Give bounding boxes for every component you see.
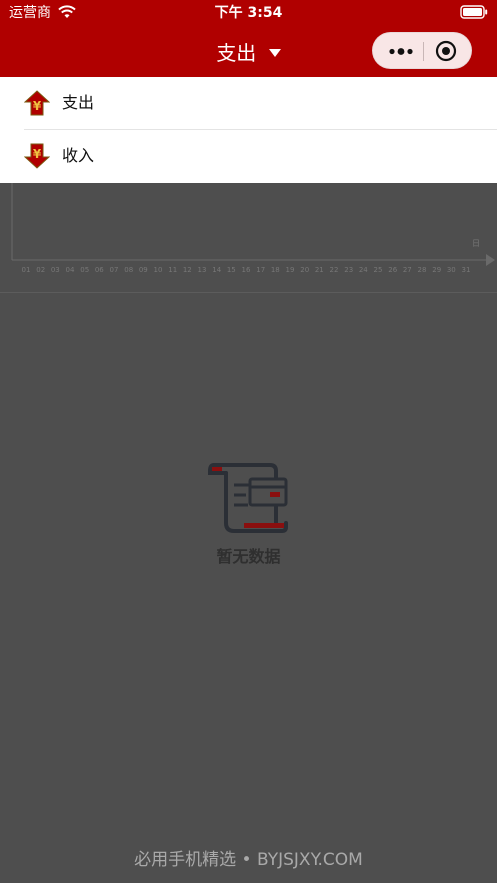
chart-x-tick-label: 14 [212, 266, 221, 274]
watermark: 必用手机精选 • BYJSJXY.COM [134, 850, 363, 870]
chart-x-tick-label: 04 [66, 266, 75, 274]
chart-x-tick-label: 07 [110, 266, 119, 274]
more-dots-icon[interactable] [383, 33, 423, 70]
header: 运营商 下午 3:54 支出 [0, 0, 497, 77]
menu-item-income[interactable]: ¥ 收入 [0, 130, 497, 182]
chart-x-tick-label: 21 [315, 266, 324, 274]
empty-state-text: 暂无数据 [216, 547, 281, 566]
menu-item-label: 支出 [62, 93, 95, 112]
chart-x-tick-label: 26 [388, 266, 397, 274]
close-mini-program-icon[interactable] [435, 40, 457, 62]
chart-x-tick-label: 30 [447, 266, 456, 274]
empty-state: 暂无数据 [0, 450, 497, 580]
menu-item-label: 收入 [62, 146, 95, 165]
menu-item-expense[interactable]: ¥ 支出 [0, 77, 497, 129]
clock: 下午 3:54 [214, 5, 283, 21]
chart-x-tick-label: 27 [403, 266, 412, 274]
empty-document-icon [208, 463, 288, 533]
chart-x-tick-label: 16 [242, 266, 251, 274]
status-bar: 运营商 下午 3:54 [0, 0, 497, 26]
svg-text:¥: ¥ [33, 147, 42, 161]
chart-x-tick-label: 25 [374, 266, 383, 274]
chart-x-tick-label: 15 [227, 266, 236, 274]
yuan-arrow-up-icon: ¥ [24, 90, 50, 116]
yuan-arrow-down-icon: ¥ [24, 143, 50, 169]
chart-x-tick-label: 29 [432, 266, 441, 274]
chart-x-tick-label: 11 [168, 266, 177, 274]
battery-icon [460, 5, 488, 19]
chart-x-tick-label: 20 [300, 266, 309, 274]
capsule-separator [423, 42, 424, 61]
chart-x-tick-label: 03 [51, 266, 60, 274]
chart-x-tick-label: 10 [154, 266, 163, 274]
chart-x-tick-label: 01 [22, 266, 31, 274]
app-root: 运营商 下午 3:54 支出 ¥ 支出 ¥ 收入 日 01 02 03 04 0… [0, 0, 497, 883]
chart-x-tick-label: 09 [139, 266, 148, 274]
chart-axis-end-label: 日 [472, 239, 480, 248]
chart-x-tick-label: 19 [286, 266, 295, 274]
chart-x-tick-label: 05 [80, 266, 89, 274]
chart-x-tick-label: 06 [95, 266, 104, 274]
caret-down-icon [268, 48, 281, 57]
svg-text:¥: ¥ [33, 99, 42, 113]
chart-x-axis-arrow-icon [486, 254, 495, 266]
chart-x-tick-label: 02 [36, 266, 45, 274]
page-title: 支出 [216, 40, 257, 65]
chart-x-tick-label: 13 [198, 266, 207, 274]
chart-x-tick-label: 31 [462, 266, 471, 274]
chart-divider [0, 292, 497, 293]
chart-x-tick-label: 17 [256, 266, 265, 274]
chart-x-tick-label: 22 [330, 266, 339, 274]
daily-chart: 日 01 02 03 04 05 06 07 08 09 10 11 12 13 14 15 16 17 18 19 2… [11, 183, 495, 274]
chart-x-tick-label: 12 [183, 266, 192, 274]
chart-x-tick-label: 24 [359, 266, 368, 274]
type-dropdown-menu: ¥ 支出 ¥ 收入 [0, 77, 497, 183]
chart-x-tick-label: 08 [124, 266, 133, 274]
chart-x-tick-label: 23 [344, 266, 353, 274]
chart-x-tick-label: 28 [418, 266, 427, 274]
chart-x-tick-label: 18 [271, 266, 280, 274]
mini-program-capsule [372, 32, 472, 69]
